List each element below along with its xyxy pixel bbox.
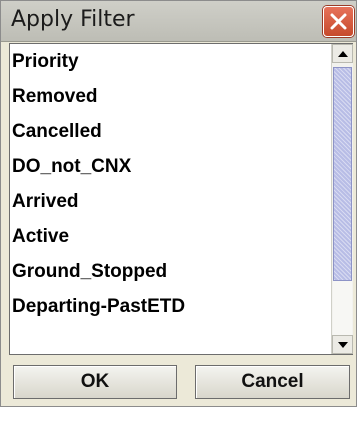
- scroll-down-button[interactable]: [332, 335, 353, 354]
- title-bar[interactable]: Apply Filter: [1, 1, 356, 42]
- scroll-thumb[interactable]: [333, 67, 352, 281]
- cancel-button[interactable]: Cancel: [195, 365, 350, 399]
- ok-button[interactable]: OK: [13, 365, 177, 399]
- list-item[interactable]: DO_not_CNX: [10, 149, 331, 184]
- scroll-up-arrow-icon: [338, 51, 348, 57]
- filter-list[interactable]: Priority Removed Cancelled DO_not_CNX Ar…: [10, 44, 331, 354]
- list-item[interactable]: Active: [10, 219, 331, 254]
- filter-list-box: Priority Removed Cancelled DO_not_CNX Ar…: [9, 43, 353, 355]
- list-item[interactable]: Ground_Stopped: [10, 254, 331, 289]
- dialog-title: Apply Filter: [11, 7, 135, 32]
- list-item[interactable]: Removed: [10, 79, 331, 114]
- list-item[interactable]: Priority: [10, 44, 331, 79]
- scroll-down-arrow-icon: [338, 342, 348, 348]
- scroll-track[interactable]: [333, 281, 352, 335]
- list-item[interactable]: Departing-PastETD: [10, 289, 331, 324]
- close-button[interactable]: [323, 6, 354, 37]
- apply-filter-dialog: Apply Filter Priority Removed Cancelled …: [0, 0, 357, 407]
- close-icon: [330, 13, 347, 30]
- list-item[interactable]: Arrived: [10, 184, 331, 219]
- list-item[interactable]: Cancelled: [10, 114, 331, 149]
- vertical-scrollbar[interactable]: [331, 44, 353, 354]
- scroll-up-button[interactable]: [332, 44, 353, 63]
